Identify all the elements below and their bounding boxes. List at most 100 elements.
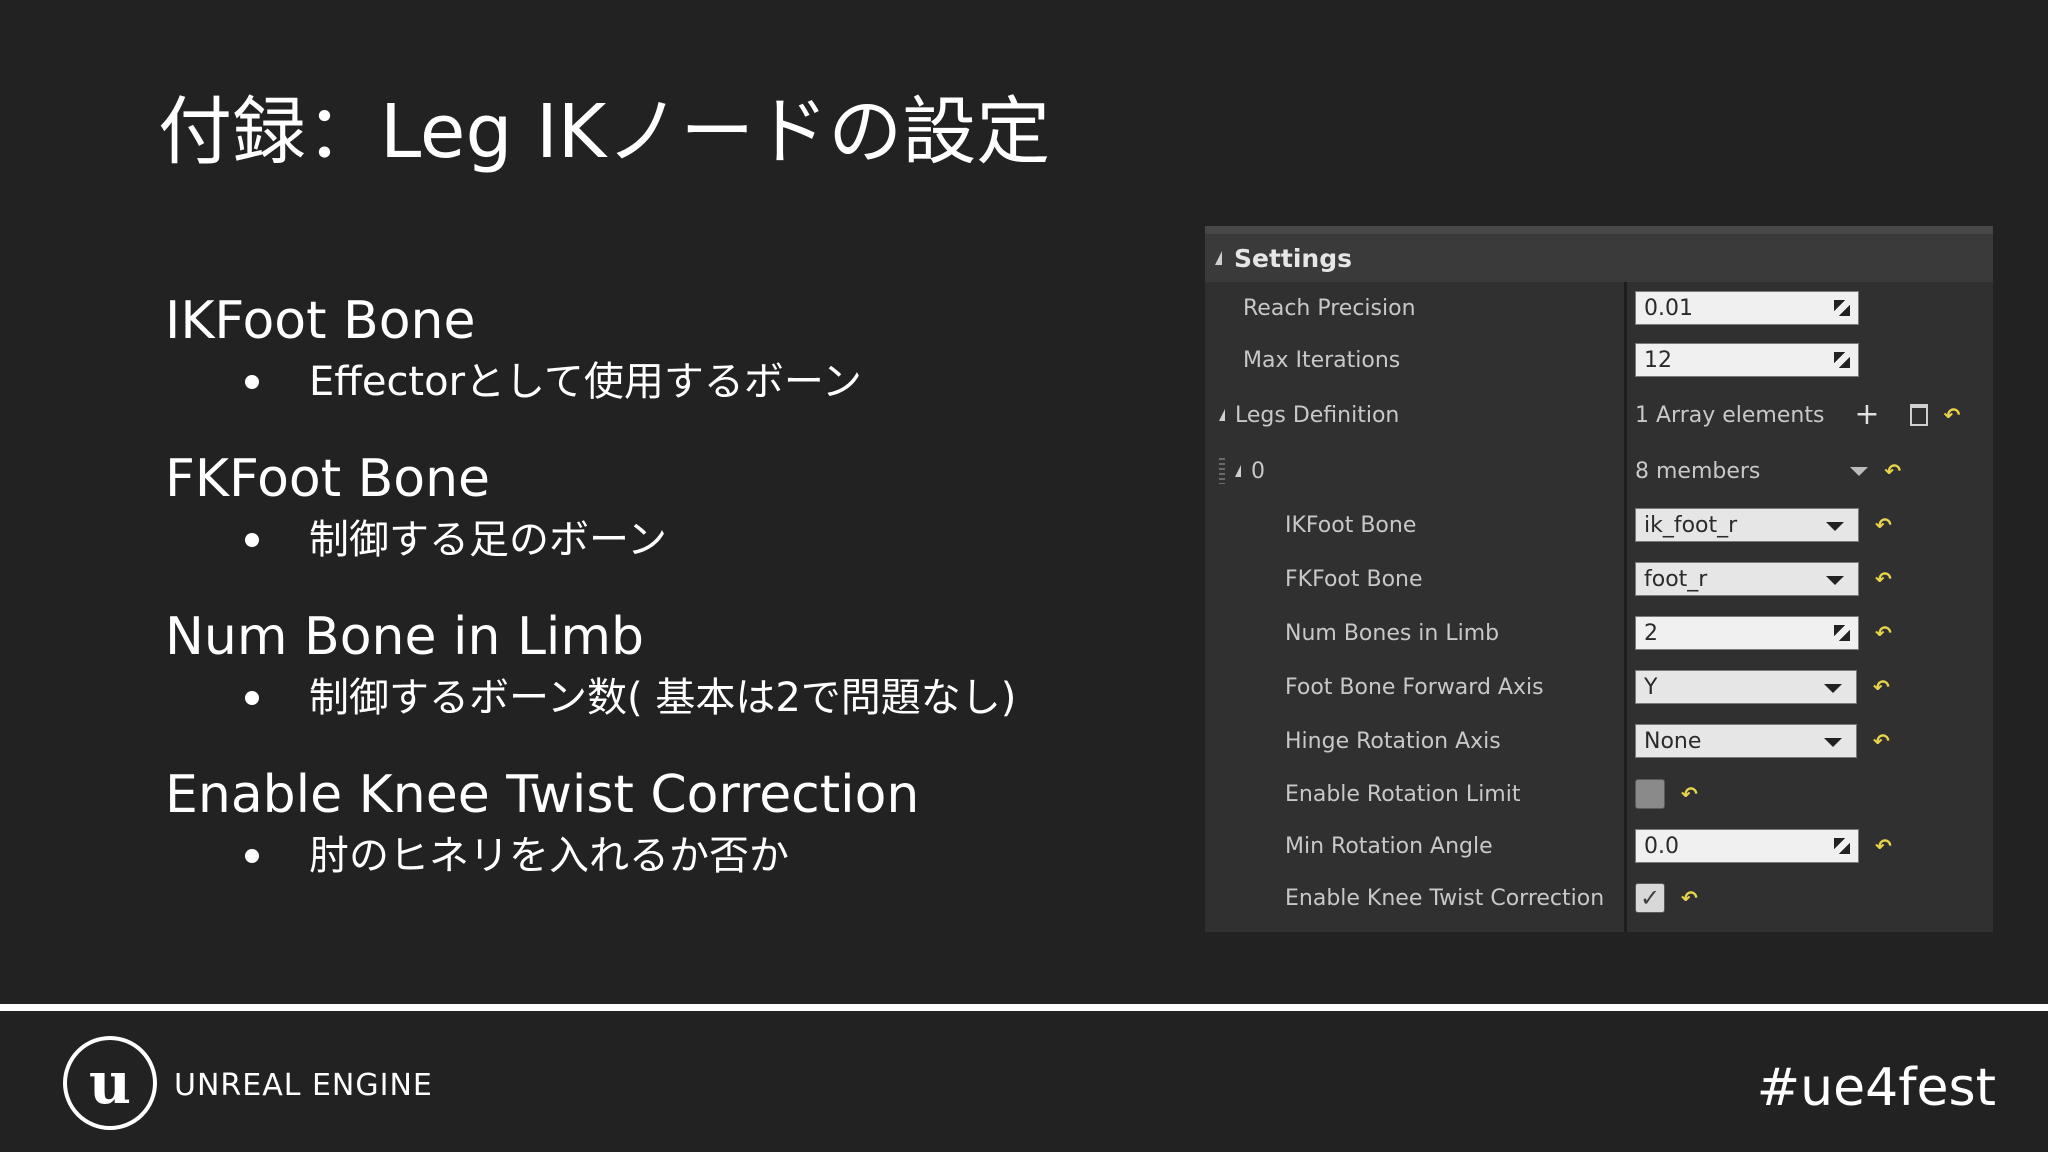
- reset-to-default-icon[interactable]: ↶: [1875, 513, 1892, 537]
- chevron-down-icon[interactable]: [1826, 576, 1844, 585]
- row-element-0: 0 8 members ↶: [1205, 444, 1993, 498]
- bullet-dot-icon: [245, 533, 259, 547]
- reset-to-default-icon[interactable]: ↶: [1681, 782, 1698, 806]
- plus-icon[interactable]: +: [1854, 400, 1879, 430]
- section-bullet: 肘のヒネリを入れるか否か: [245, 828, 1165, 884]
- max-iterations-input[interactable]: 12: [1635, 343, 1859, 377]
- bullet-text: 肘のヒネリを入れるか否か: [309, 833, 789, 879]
- num-bones-input[interactable]: 2: [1635, 616, 1859, 650]
- bullet-text: Effectorとして使用するボーン: [309, 359, 862, 405]
- section-num-bone: Num Bone in Limb 制御するボーン数( 基本は2で問題なし): [165, 604, 1165, 726]
- input-value: 0.01: [1644, 295, 1693, 321]
- bullet-list: IKFoot Bone Effectorとして使用するボーン FKFoot Bo…: [165, 288, 1165, 920]
- combo-value: None: [1644, 728, 1702, 754]
- property-label: Num Bones in Limb: [1285, 620, 1500, 646]
- property-label: Max Iterations: [1243, 347, 1401, 373]
- row-fkfoot-bone: FKFoot Bone foot_r ↶: [1205, 552, 1993, 606]
- row-enable-knee-twist: Enable Knee Twist Correction ✓ ↶: [1205, 872, 1993, 924]
- reach-precision-input[interactable]: 0.01: [1635, 291, 1859, 325]
- bullet-text: 制御するボーン数( 基本は2で問題なし): [309, 675, 1017, 721]
- bullet-dot-icon: [245, 849, 259, 863]
- section-ikfoot: IKFoot Bone Effectorとして使用するボーン: [165, 288, 1165, 410]
- property-label: Foot Bone Forward Axis: [1285, 674, 1544, 700]
- expand-triangle-icon[interactable]: [1215, 251, 1222, 265]
- section-heading: Num Bone in Limb: [165, 607, 645, 667]
- fkfoot-bone-combo[interactable]: foot_r: [1635, 562, 1859, 596]
- row-max-iterations: Max Iterations 12: [1205, 334, 1993, 386]
- row-legs-definition: Legs Definition 1 Array elements + ↶: [1205, 386, 1993, 444]
- property-label: IKFoot Bone: [1285, 512, 1417, 538]
- section-bullet: 制御するボーン数( 基本は2で問題なし): [245, 670, 1165, 726]
- expand-triangle-icon[interactable]: [1235, 465, 1241, 477]
- enable-rotation-limit-checkbox[interactable]: [1635, 779, 1665, 809]
- members-count: 8 members: [1635, 458, 1761, 484]
- row-enable-rotation-limit: Enable Rotation Limit ↶: [1205, 768, 1993, 820]
- reset-to-default-icon[interactable]: ↶: [1873, 729, 1890, 753]
- input-value: 0.0: [1644, 833, 1679, 859]
- combo-value: Y: [1644, 674, 1658, 700]
- section-heading: IKFoot Bone: [165, 291, 476, 351]
- unreal-logo-icon: u: [63, 1036, 157, 1130]
- section-heading: FKFoot Bone: [165, 449, 491, 509]
- row-forward-axis: Foot Bone Forward Axis Y ↶: [1205, 660, 1993, 714]
- property-label: Hinge Rotation Axis: [1285, 728, 1501, 754]
- array-count: 1 Array elements: [1635, 402, 1825, 428]
- property-label: Reach Precision: [1243, 295, 1416, 321]
- min-rotation-angle-input[interactable]: 0.0: [1635, 829, 1859, 863]
- trash-icon[interactable]: [1909, 404, 1928, 426]
- property-label: Min Rotation Angle: [1285, 833, 1493, 859]
- chevron-down-icon[interactable]: [1824, 738, 1842, 747]
- checkmark-icon: ✓: [1639, 884, 1661, 912]
- section-fkfoot: FKFoot Bone 制御する足のボーン: [165, 446, 1165, 568]
- details-panel: Settings Reach Precision 0.01 Max Iterat…: [1205, 226, 1993, 932]
- hinge-axis-combo[interactable]: None: [1635, 724, 1857, 758]
- brand-name: UNREAL ENGINE: [174, 1068, 433, 1103]
- logo-letter: u: [88, 1049, 132, 1117]
- reset-to-default-icon[interactable]: ↶: [1875, 834, 1892, 858]
- combo-value: ik_foot_r: [1644, 512, 1738, 538]
- reset-to-default-icon[interactable]: ↶: [1873, 675, 1890, 699]
- chevron-down-icon[interactable]: [1824, 684, 1842, 693]
- drag-handle-icon[interactable]: [1219, 458, 1225, 484]
- drag-arrow-icon[interactable]: [1834, 300, 1850, 316]
- row-min-rotation-angle: Min Rotation Angle 0.0 ↶: [1205, 820, 1993, 872]
- section-bullet: Effectorとして使用するボーン: [245, 354, 1165, 410]
- chevron-down-icon[interactable]: [1826, 522, 1844, 531]
- reset-to-default-icon[interactable]: ↶: [1884, 459, 1901, 483]
- section-bullet: 制御する足のボーン: [245, 512, 1165, 568]
- chevron-down-icon[interactable]: [1850, 466, 1869, 476]
- property-label: Legs Definition: [1235, 402, 1400, 428]
- row-ikfoot-bone: IKFoot Bone ik_foot_r ↶: [1205, 498, 1993, 552]
- drag-arrow-icon[interactable]: [1834, 625, 1850, 641]
- reset-to-default-icon[interactable]: ↶: [1944, 403, 1961, 427]
- reset-to-default-icon[interactable]: ↶: [1681, 886, 1698, 910]
- property-label-wrap: Legs Definition: [1205, 403, 1625, 428]
- reset-to-default-icon[interactable]: ↶: [1875, 567, 1892, 591]
- bullet-text: 制御する足のボーン: [309, 517, 667, 563]
- property-label: Enable Knee Twist Correction: [1285, 885, 1605, 911]
- slide-title: 付録：Leg IKノードの設定: [158, 89, 1051, 175]
- bullet-dot-icon: [245, 375, 259, 389]
- property-label: FKFoot Bone: [1285, 566, 1423, 592]
- footer-divider: [0, 1004, 2048, 1011]
- enable-knee-twist-checkbox[interactable]: ✓: [1635, 883, 1665, 913]
- input-value: 2: [1644, 620, 1658, 646]
- ikfoot-bone-combo[interactable]: ik_foot_r: [1635, 508, 1859, 542]
- input-value: 12: [1644, 347, 1672, 373]
- drag-arrow-icon[interactable]: [1834, 352, 1850, 368]
- forward-axis-combo[interactable]: Y: [1635, 670, 1857, 704]
- row-num-bones: Num Bones in Limb 2 ↶: [1205, 606, 1993, 660]
- row-hinge-axis: Hinge Rotation Axis None ↶: [1205, 714, 1993, 768]
- section-heading: Enable Knee Twist Correction: [165, 765, 920, 825]
- expand-triangle-icon[interactable]: [1219, 409, 1225, 421]
- row-reach-precision: Reach Precision 0.01: [1205, 282, 1993, 334]
- drag-arrow-icon[interactable]: [1834, 838, 1850, 854]
- property-label: 0: [1251, 458, 1265, 484]
- settings-category-header[interactable]: Settings: [1205, 234, 1993, 282]
- property-label-wrap: 0: [1205, 458, 1625, 484]
- settings-header-label: Settings: [1234, 243, 1353, 273]
- bullet-dot-icon: [245, 691, 259, 705]
- reset-to-default-icon[interactable]: ↶: [1875, 621, 1892, 645]
- section-knee-twist: Enable Knee Twist Correction 肘のヒネリを入れるか否…: [165, 762, 1165, 884]
- combo-value: foot_r: [1644, 566, 1708, 592]
